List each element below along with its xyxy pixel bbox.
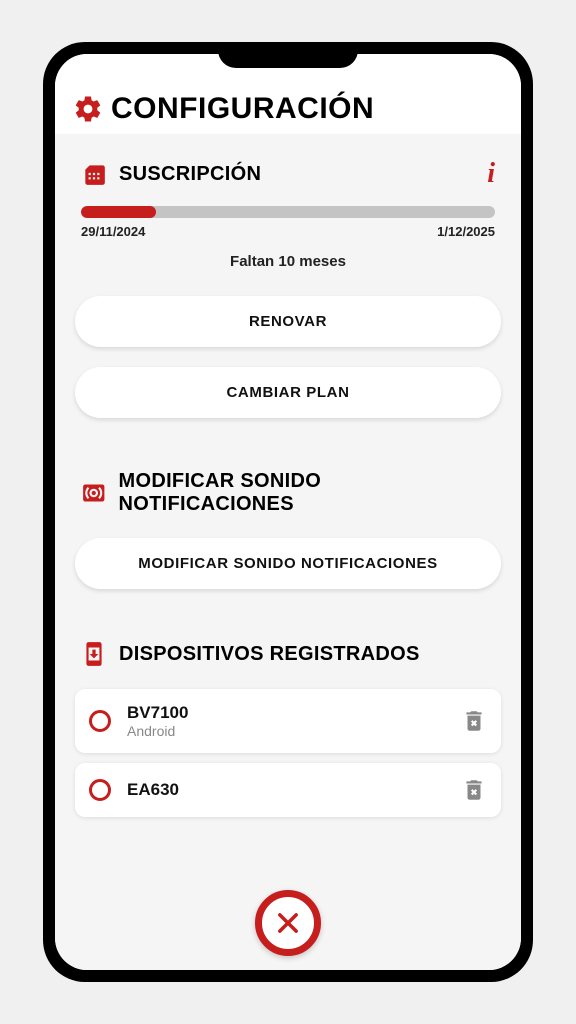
progress-bar <box>81 206 495 218</box>
phone-notch <box>218 42 358 68</box>
modify-sound-button[interactable]: MODIFICAR SONIDO NOTIFICACIONES <box>75 538 501 589</box>
content-scroll[interactable]: SUSCRIPCIÓN i 29/11/2024 1/12/2025 Falta… <box>55 134 521 970</box>
start-date: 29/11/2024 <box>81 224 145 239</box>
devices-title: DISPOSITIVOS REGISTRADOS <box>119 643 420 666</box>
subscription-header: SUSCRIPCIÓN i <box>75 134 501 202</box>
subscription-title: SUSCRIPCIÓN <box>119 163 261 186</box>
renew-button[interactable]: RENOVAR <box>75 296 501 347</box>
phone-frame: CONFIGURACIÓN SUSCRIPCIÓN i 29/11/2024 <box>43 42 533 982</box>
device-download-icon <box>81 641 107 667</box>
screen: CONFIGURACIÓN SUSCRIPCIÓN i 29/11/2024 <box>55 54 521 970</box>
sim-card-icon <box>81 161 107 187</box>
notification-sound-title: MODIFICAR SONIDO NOTIFICACIONES <box>119 470 495 516</box>
device-platform: Android <box>127 723 445 739</box>
devices-header: DISPOSITIVOS REGISTRADOS <box>75 617 501 679</box>
gear-icon <box>73 94 103 124</box>
page-title: CONFIGURACIÓN <box>111 92 374 126</box>
device-radio[interactable] <box>89 710 111 732</box>
surround-sound-icon <box>81 480 107 506</box>
end-date: 1/12/2025 <box>437 224 495 239</box>
device-radio[interactable] <box>89 779 111 801</box>
subscription-progress-block: 29/11/2024 1/12/2025 Faltan 10 meses <box>75 202 501 286</box>
progress-fill <box>81 206 156 218</box>
device-name: BV7100 <box>127 703 445 723</box>
device-name: EA630 <box>127 780 445 800</box>
device-item[interactable]: BV7100 Android <box>75 689 501 753</box>
device-info: BV7100 Android <box>127 703 445 739</box>
info-icon[interactable]: i <box>487 158 495 190</box>
remaining-text: Faltan 10 meses <box>81 239 495 278</box>
close-icon <box>274 909 302 937</box>
device-item[interactable]: EA630 <box>75 763 501 817</box>
trash-icon[interactable] <box>461 777 487 803</box>
device-info: EA630 <box>127 780 445 800</box>
change-plan-button[interactable]: CAMBIAR PLAN <box>75 367 501 418</box>
progress-dates: 29/11/2024 1/12/2025 <box>81 224 495 239</box>
close-button[interactable] <box>255 890 321 956</box>
trash-icon[interactable] <box>461 708 487 734</box>
notification-sound-header: MODIFICAR SONIDO NOTIFICACIONES <box>75 446 501 528</box>
